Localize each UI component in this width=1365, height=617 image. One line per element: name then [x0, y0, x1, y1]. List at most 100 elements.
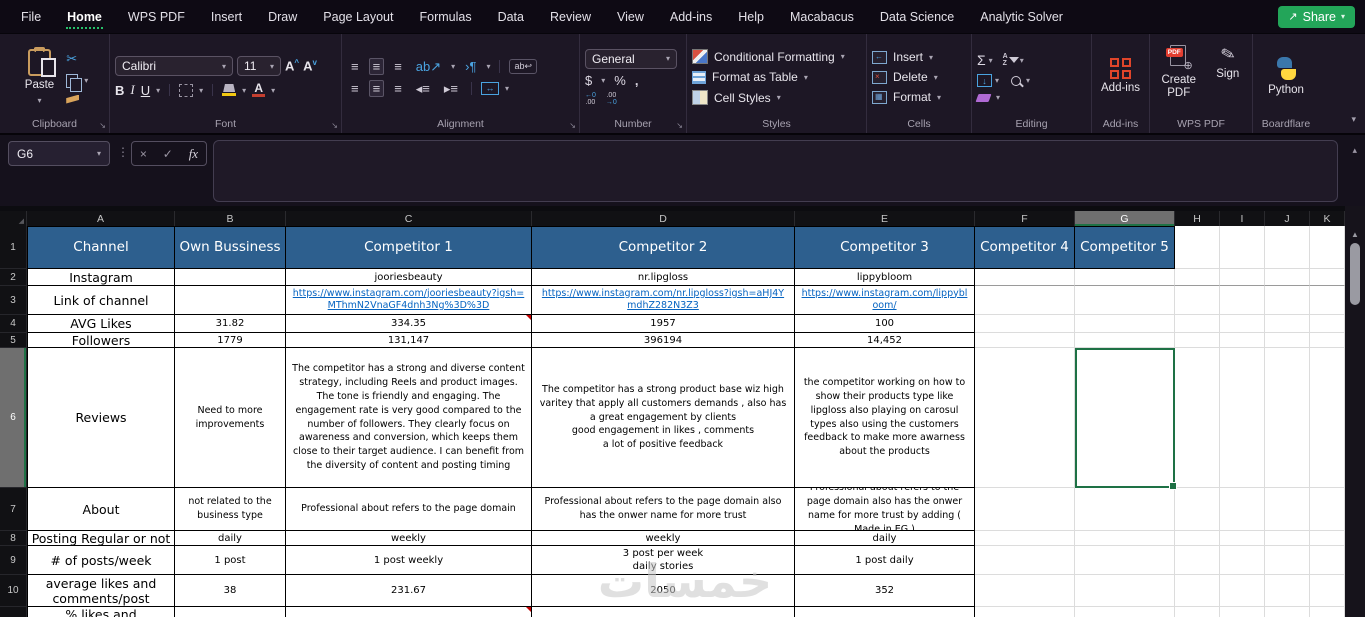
cell-a2[interactable]: Instagram [27, 269, 175, 286]
chevron-down-icon[interactable]: ▾ [271, 86, 275, 95]
cell[interactable] [1175, 575, 1220, 607]
chevron-down-icon[interactable]: ▾ [242, 86, 246, 95]
cell-a11[interactable]: % likes and [27, 607, 175, 617]
cell-b6[interactable]: Need to more improvements [175, 348, 286, 488]
align-left-button[interactable]: ≡ [347, 80, 363, 97]
wrap-text-button[interactable]: ab↩ [509, 58, 538, 74]
cell[interactable] [1175, 607, 1220, 617]
cell-e8[interactable]: daily [795, 531, 975, 546]
cell-a3[interactable]: Link of channel [27, 286, 175, 315]
cell[interactable] [975, 607, 1075, 617]
cell[interactable] [1265, 348, 1310, 488]
cell[interactable] [1075, 531, 1175, 546]
formula-input[interactable] [213, 140, 1338, 202]
vertical-scrollbar[interactable]: ▲ [1345, 206, 1365, 617]
font-color-button[interactable]: A [252, 82, 266, 97]
cell-c9[interactable]: 1 post weekly [286, 546, 532, 575]
cell[interactable] [1220, 348, 1265, 488]
cell[interactable] [1175, 269, 1220, 286]
sort-filter-button[interactable]: AZ ▾ [1003, 53, 1024, 67]
italic-button[interactable]: I [130, 82, 134, 98]
cell[interactable] [1310, 575, 1345, 607]
cell[interactable] [1265, 546, 1310, 575]
cell-d6[interactable]: The competitor has a strong product base… [532, 348, 795, 488]
sign-button[interactable]: ✎ Sign [1208, 43, 1247, 83]
format-as-table-button[interactable]: Format as Table ▾ [692, 70, 808, 84]
decrease-indent-button[interactable]: ◂≡ [412, 80, 434, 97]
cell-a4[interactable]: AVG Likes [27, 315, 175, 333]
row-header[interactable]: 2 [0, 269, 27, 286]
cell[interactable] [1220, 531, 1265, 546]
cell[interactable] [1265, 269, 1310, 286]
row-header[interactable]: 9 [0, 546, 27, 575]
cell-b8[interactable]: daily [175, 531, 286, 546]
cell[interactable] [1175, 333, 1220, 348]
cell[interactable] [1310, 269, 1345, 286]
name-box[interactable]: G6 ▾ [8, 141, 110, 166]
python-button[interactable]: Python [1264, 55, 1308, 99]
cell[interactable] [1220, 226, 1265, 269]
percent-format-button[interactable]: % [614, 73, 626, 88]
create-pdf-button[interactable]: PDF ⊕ Create PDF [1155, 43, 1202, 102]
clear-button[interactable]: ▾ [975, 93, 1000, 102]
bold-button[interactable]: B [115, 83, 124, 98]
cell[interactable] [1220, 286, 1265, 315]
cell[interactable] [1265, 286, 1310, 315]
cell-c4[interactable]: 334.35 [286, 315, 532, 333]
cell-c10[interactable]: 231.67 [286, 575, 532, 607]
cell-e10[interactable]: 352 [795, 575, 975, 607]
tab-analytic-solver[interactable]: Analytic Solver [967, 0, 1076, 33]
row-header[interactable]: 8 [0, 531, 27, 546]
cell-e9[interactable]: 1 post daily [795, 546, 975, 575]
autosum-button[interactable]: Σ ▾ [977, 52, 993, 68]
align-center-button[interactable]: ≡ [368, 79, 385, 97]
cell-d11[interactable] [532, 607, 795, 617]
row-header[interactable]: 3 [0, 286, 27, 315]
row-header-6-selected[interactable]: 6 [0, 348, 27, 488]
column-header-b[interactable]: B [175, 211, 286, 226]
scroll-up-icon[interactable]: ▲ [1351, 230, 1359, 239]
fill-button[interactable]: ↓ ▾ [977, 74, 999, 87]
cell-g1[interactable]: Competitor 5 [1075, 226, 1175, 269]
cell-d8[interactable]: weekly [532, 531, 795, 546]
cell[interactable] [1175, 286, 1220, 315]
cell-c5[interactable]: 131,147 [286, 333, 532, 348]
cell-b2[interactable] [175, 269, 286, 286]
cell[interactable] [1075, 546, 1175, 575]
increase-indent-button[interactable]: ▸≡ [440, 80, 462, 97]
cell[interactable] [1265, 333, 1310, 348]
cell-a1[interactable]: Channel [27, 226, 175, 269]
cell[interactable] [1075, 575, 1175, 607]
tab-data[interactable]: Data [485, 0, 537, 33]
cell[interactable] [1310, 286, 1345, 315]
chevron-down-icon[interactable]: ▾ [84, 76, 88, 85]
tab-view[interactable]: View [604, 0, 657, 33]
tab-formulas[interactable]: Formulas [406, 0, 484, 33]
cell[interactable] [1265, 575, 1310, 607]
row-header[interactable]: 4 [0, 315, 27, 333]
cell[interactable] [975, 348, 1075, 488]
cell-e7[interactable]: Professional about refers to the page do… [795, 488, 975, 531]
cell-styles-button[interactable]: Cell Styles ▾ [692, 90, 781, 105]
decrease-decimal-icon[interactable]: .00 →0 [606, 92, 617, 106]
column-header-g-selected[interactable]: G [1075, 211, 1175, 226]
tab-add-ins[interactable]: Add-ins [657, 0, 725, 33]
cell[interactable] [1220, 269, 1265, 286]
cell-c2[interactable]: jooriesbeauty [286, 269, 532, 286]
tab-file[interactable]: File [8, 0, 54, 33]
decrease-font-size-button[interactable]: Av [303, 58, 317, 73]
cell[interactable] [1310, 226, 1345, 269]
cell[interactable] [1175, 226, 1220, 269]
borders-icon[interactable] [179, 83, 194, 97]
chevron-down-icon[interactable]: ▾ [601, 76, 605, 85]
column-header-k[interactable]: K [1310, 211, 1345, 226]
cell-b9[interactable]: 1 post [175, 546, 286, 575]
cell-a7[interactable]: About [27, 488, 175, 531]
cell-d1[interactable]: Competitor 2 [532, 226, 795, 269]
cell[interactable] [1175, 488, 1220, 531]
add-ins-button[interactable]: Add-ins [1097, 56, 1144, 97]
fill-color-button[interactable] [222, 84, 237, 96]
format-painter-icon[interactable] [66, 94, 80, 104]
cell[interactable] [1265, 226, 1310, 269]
cell-e1[interactable]: Competitor 3 [795, 226, 975, 269]
